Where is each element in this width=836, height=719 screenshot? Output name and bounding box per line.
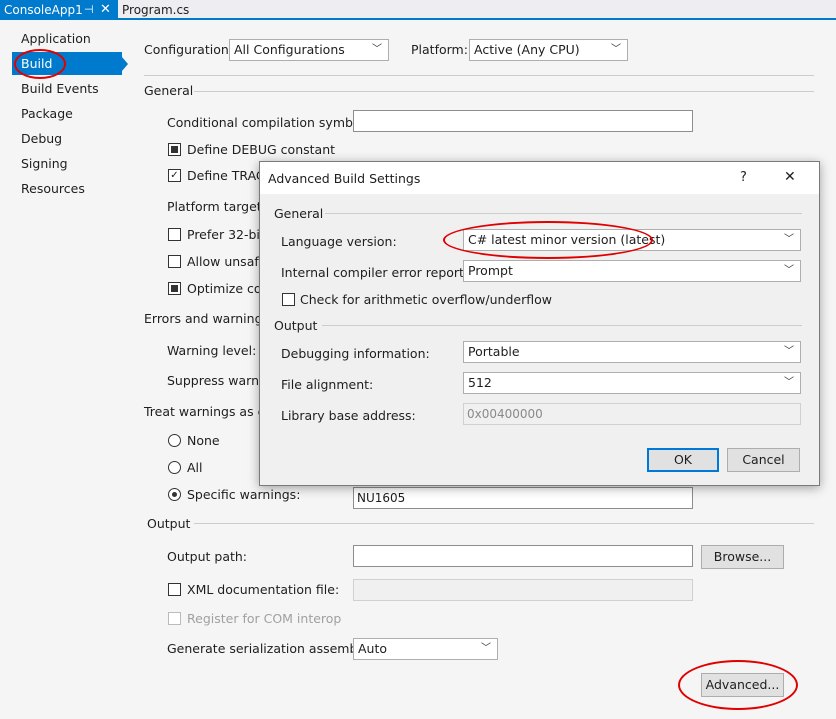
configuration-value: All Configurations — [234, 42, 345, 57]
platform-value: Active (Any CPU) — [474, 42, 580, 57]
nav-item-package[interactable]: Package — [12, 102, 122, 125]
debug-info-dropdown[interactable]: Portable ﹀ — [463, 341, 801, 363]
section-divider — [322, 325, 802, 326]
annotation-circle-build — [14, 49, 66, 79]
allow-unsafe-checkbox[interactable] — [168, 255, 181, 268]
cancel-button[interactable]: Cancel — [727, 448, 800, 472]
serialization-value: Auto — [358, 641, 388, 656]
treat-none-radio[interactable] — [168, 434, 181, 447]
debug-info-value: Portable — [468, 344, 520, 359]
chevron-down-icon: ﹀ — [784, 377, 794, 388]
output-section-header: Output — [147, 516, 191, 531]
dialog-output-header: Output — [274, 318, 318, 333]
nav-item-build-events[interactable]: Build Events — [12, 77, 122, 100]
browse-button[interactable]: Browse... — [701, 545, 784, 569]
tab-consoleapp1[interactable]: ConsoleApp1 ⊣ ✕ — [0, 0, 118, 20]
optimize-code-checkbox[interactable] — [168, 282, 181, 295]
chevron-down-icon: ﹀ — [784, 234, 794, 245]
chevron-down-icon: ﹀ — [481, 643, 491, 654]
configuration-dropdown[interactable]: All Configurations ﹀ — [229, 39, 389, 61]
define-debug-label: Define DEBUG constant — [187, 142, 336, 157]
specific-warnings-input[interactable]: NU1605 — [353, 487, 693, 509]
ice-reporting-label: Internal compiler error reporting: — [281, 265, 488, 280]
library-base-input[interactable]: 0x00400000 — [463, 403, 801, 425]
register-com-checkbox[interactable] — [168, 612, 181, 625]
annotation-circle-advanced — [678, 660, 798, 710]
output-path-input[interactable] — [353, 545, 693, 567]
overflow-label: Check for arithmetic overflow/underflow — [300, 292, 552, 307]
treat-specific-radio[interactable] — [168, 488, 181, 501]
warning-level-label: Warning level: — [167, 343, 257, 358]
nav-item-application[interactable]: Application — [12, 27, 122, 50]
treat-all-label: All — [187, 460, 203, 475]
file-alignment-value: 512 — [468, 375, 492, 390]
output-path-label: Output path: — [167, 549, 248, 564]
nav-item-signing[interactable]: Signing — [12, 152, 122, 175]
section-divider — [194, 91, 814, 92]
serialization-label: Generate serialization assembly: — [167, 641, 372, 656]
dialog-title: Advanced Build Settings — [268, 171, 421, 186]
ice-reporting-dropdown[interactable]: Prompt ﹀ — [463, 260, 801, 282]
chevron-down-icon: ﹀ — [784, 346, 794, 357]
define-trace-checkbox[interactable]: ✓ — [168, 169, 181, 182]
help-icon[interactable]: ? — [740, 170, 747, 185]
toolbar-divider — [144, 75, 814, 76]
close-icon[interactable]: ✕ — [784, 169, 796, 185]
prefer-32bit-checkbox[interactable] — [168, 228, 181, 241]
ok-button[interactable]: OK — [647, 448, 719, 472]
nav-item-resources[interactable]: Resources — [12, 177, 122, 200]
advanced-build-settings-dialog: Advanced Build Settings ? ✕ General Lang… — [259, 161, 820, 486]
xml-doc-checkbox[interactable] — [168, 583, 181, 596]
library-base-label: Library base address: — [281, 408, 416, 423]
prefer-32bit-label: Prefer 32-bit — [187, 227, 265, 242]
annotation-circle-language — [443, 221, 653, 259]
serialization-dropdown[interactable]: Auto ﹀ — [353, 638, 498, 660]
treat-specific-label: Specific warnings: — [187, 487, 301, 502]
platform-label: Platform: — [411, 42, 468, 57]
define-debug-checkbox[interactable] — [168, 143, 181, 156]
file-alignment-label: File alignment: — [281, 377, 374, 392]
chevron-down-icon: ﹀ — [784, 265, 794, 276]
treat-none-label: None — [187, 433, 220, 448]
platform-dropdown[interactable]: Active (Any CPU) ﹀ — [469, 39, 628, 61]
pin-icon[interactable]: ⊣ — [84, 0, 94, 20]
xml-doc-label: XML documentation file: — [187, 582, 340, 597]
chevron-down-icon: ﹀ — [372, 44, 382, 55]
overflow-checkbox[interactable] — [282, 293, 295, 306]
close-icon[interactable]: ✕ — [100, 0, 111, 20]
conditional-symbols-input[interactable] — [353, 110, 693, 132]
optimize-code-label: Optimize cod — [187, 281, 270, 296]
errors-warnings-header: Errors and warnings — [144, 311, 270, 326]
tab-program-cs[interactable]: Program.cs — [118, 0, 198, 20]
debug-info-label: Debugging information: — [281, 346, 430, 361]
nav-selected-arrow — [122, 57, 128, 71]
allow-unsafe-label: Allow unsafe — [187, 254, 267, 269]
configuration-label: Configuration: — [144, 42, 233, 57]
treat-all-radio[interactable] — [168, 461, 181, 474]
register-com-label: Register for COM interop — [187, 611, 342, 626]
dialog-general-header: General — [274, 206, 324, 221]
checkmark-icon: ✓ — [170, 170, 179, 181]
language-version-label: Language version: — [281, 234, 397, 249]
chevron-down-icon: ﹀ — [611, 44, 621, 55]
platform-target-label: Platform target: — [167, 199, 266, 214]
general-section-header: General — [144, 83, 194, 98]
tab-label: ConsoleApp1 — [4, 3, 83, 17]
section-divider — [325, 213, 802, 214]
ice-reporting-value: Prompt — [468, 263, 513, 278]
xml-doc-input[interactable] — [353, 579, 693, 601]
file-alignment-dropdown[interactable]: 512 ﹀ — [463, 372, 801, 394]
conditional-symbols-label: Conditional compilation symbols: — [167, 115, 375, 130]
nav-item-debug[interactable]: Debug — [12, 127, 122, 150]
section-divider — [194, 523, 814, 524]
